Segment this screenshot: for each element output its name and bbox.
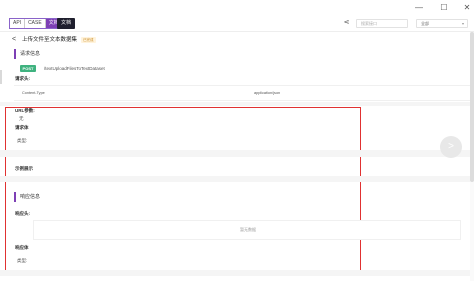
left-indicator: [0, 70, 2, 84]
divider: [0, 150, 474, 157]
status-badge: 已完成: [81, 37, 96, 43]
request-headers-table: Content-Type application/json: [14, 85, 472, 101]
mode-tab-group: API CASE 文档: [9, 18, 63, 29]
response-body-label: 响应体: [15, 245, 29, 250]
search-input[interactable]: 搜索接口: [356, 19, 408, 28]
page-header: < 上传文件至文本数据集 已完成: [0, 35, 474, 45]
empty-state-text: 暂无数据: [240, 227, 256, 232]
response-body-type-label: 类型:: [17, 258, 28, 263]
minimize-button[interactable]: —: [412, 2, 426, 13]
url-params-value: 无: [19, 116, 24, 121]
response-section-title: 响应信息: [14, 192, 40, 202]
tab-api[interactable]: API: [10, 19, 26, 28]
env-select[interactable]: 全部 ▾: [416, 19, 468, 28]
endpoint-path: /textUploadFilesToTextDataset: [44, 66, 105, 71]
title-bar: — ☐ ✕: [0, 0, 474, 15]
divider: [0, 270, 474, 276]
page-title: 上传文件至文本数据集: [22, 37, 78, 43]
request-section-title: 请求信息: [14, 49, 40, 59]
tab-case[interactable]: CASE: [25, 19, 46, 28]
method-badge: POST: [20, 65, 36, 72]
chevron-right-icon[interactable]: >: [440, 136, 462, 158]
url-params-label: URL参数:: [15, 108, 35, 113]
divider: [0, 176, 474, 182]
share-icon[interactable]: ⋖: [342, 18, 351, 27]
chevron-down-icon: ▾: [461, 21, 464, 26]
maximize-button[interactable]: ☐: [437, 2, 451, 13]
request-headers-label: 请求头:: [15, 76, 30, 81]
scrollbar-thumb[interactable]: [470, 32, 474, 182]
request-body-label: 请求体: [15, 125, 29, 130]
response-headers-label: 响应头:: [15, 211, 30, 216]
close-button[interactable]: ✕: [460, 2, 474, 13]
env-select-value: 全部: [421, 21, 429, 26]
header-value: application/json: [254, 91, 281, 95]
doc-button[interactable]: 文档: [57, 18, 76, 29]
example-label: 示例展示: [15, 166, 33, 171]
back-arrow-icon[interactable]: <: [12, 36, 16, 44]
divider: [0, 102, 474, 106]
request-body-type-label: 类型:: [17, 138, 28, 143]
header-key: Content-Type: [22, 91, 45, 95]
response-headers-empty: 暂无数据: [33, 220, 461, 240]
highlight-box: [5, 107, 361, 272]
